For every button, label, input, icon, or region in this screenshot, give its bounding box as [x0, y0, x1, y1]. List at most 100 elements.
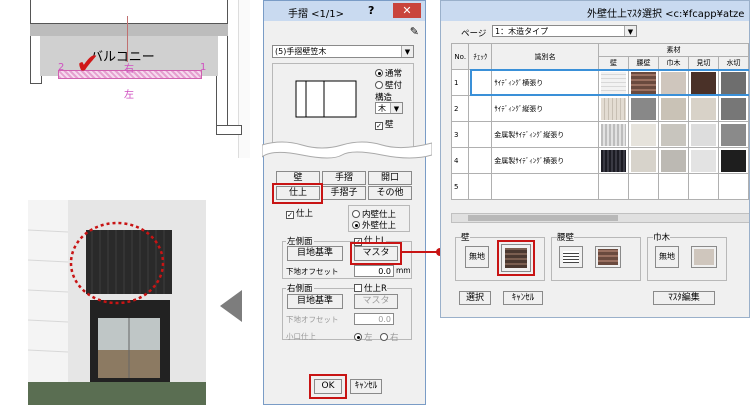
house-render-graphic	[28, 200, 206, 405]
master-table: No. ﾁｪｯｸ 識別名 素材 壁 腰壁 巾木 見切 水切 1 ｻｲﾃﾞｨﾝｸﾞ…	[450, 43, 749, 200]
swatch	[627, 147, 659, 174]
wall-finish-master-dialog: 外壁仕上ﾏｽﾀ選択 <c:¥fcapp¥atze ページ 1：木造タイプ ▼ No…	[440, 0, 750, 318]
col-name: 識別名	[491, 43, 599, 70]
group-waist-label: 腰壁	[557, 231, 575, 243]
check-mark-icon: ✔	[76, 47, 100, 80]
radio-icon	[380, 333, 388, 341]
chevron-down-icon: ▼	[624, 26, 636, 36]
help-icon[interactable]: ?	[368, 4, 374, 17]
baseboard-swatch-button[interactable]	[691, 246, 717, 268]
waist-lines-button[interactable]	[559, 246, 583, 268]
swatch	[717, 95, 749, 122]
left-offset-input[interactable]: 0.0	[354, 265, 394, 277]
swatch	[657, 121, 689, 148]
wall-none-button[interactable]: 無地	[465, 246, 489, 268]
swatch	[687, 147, 719, 174]
swatch	[597, 95, 629, 122]
swatch	[657, 95, 689, 122]
table-row[interactable]: 2 ｻｲﾃﾞｨﾝｸﾞ縦張り	[450, 95, 749, 122]
left-base-standard-button[interactable]: 目地基準	[287, 246, 343, 261]
radio-outer-wall-finish[interactable]: 外壁仕上	[352, 219, 396, 231]
plan-wall-corner	[216, 125, 242, 135]
col-baseboard: 巾木	[657, 56, 689, 70]
checkbox-icon	[354, 284, 362, 292]
left-offset-label: 下地オフセット	[286, 267, 339, 276]
structure-select[interactable]: 木 ▼	[375, 102, 403, 114]
waist-swatch-button[interactable]	[595, 246, 621, 268]
chevron-down-icon: ▼	[390, 103, 402, 113]
highlight-ok-button	[309, 374, 347, 399]
handrail-section-diagram	[295, 80, 357, 118]
marker-left-side: 左	[124, 90, 134, 101]
col-material: 素材	[597, 43, 749, 57]
row-name	[491, 173, 599, 200]
checkbox-icon: ✓	[286, 211, 294, 219]
row-check[interactable]	[468, 121, 493, 148]
finish-checkbox[interactable]: ✓ 仕上	[286, 207, 313, 219]
radio-icon	[352, 221, 360, 229]
radio-normal[interactable]: 通常	[375, 67, 402, 79]
master-cancel-button[interactable]: ｷｬﾝｾﾙ	[503, 291, 543, 305]
horizontal-scrollbar[interactable]	[451, 213, 749, 223]
handrail-dialog: 手摺 <1/1> ? ✕ ✎ (5)手摺壁笠木 ▼ 通常 壁付 構造 木 ▼ ✓ 壁 …	[262, 0, 432, 405]
checkbox-icon: ✓	[375, 122, 383, 130]
swatch	[687, 121, 719, 148]
tab-handrail[interactable]: 手摺	[322, 171, 366, 185]
small-finish-label: 小口仕上	[286, 332, 316, 341]
dialog-title: 手摺 <1/1>	[288, 9, 345, 20]
master-dialog-title: 外壁仕上ﾏｽﾀ選択 <c:¥fcapp¥atze	[587, 9, 745, 20]
handrail-dialog-titlebar[interactable]: 手摺 <1/1> ? ✕	[264, 1, 425, 21]
row-check[interactable]	[468, 173, 493, 200]
radio-small-left[interactable]: 左	[354, 331, 373, 343]
pick-tool-icon[interactable]: ✎	[410, 25, 419, 38]
col-wall: 壁	[597, 56, 629, 70]
swatch	[597, 121, 629, 148]
right-master-button[interactable]: マスタ	[354, 294, 398, 309]
cancel-button[interactable]: ｷｬﾝｾﾙ	[350, 379, 382, 394]
radio-icon	[375, 69, 383, 77]
table-row[interactable]: 3 金属製ｻｲﾃﾞｨﾝｸﾞ縦張り	[450, 121, 749, 148]
plan-room	[30, 0, 228, 24]
right-side-label: 右側面	[286, 282, 314, 294]
row-no: 3	[450, 121, 470, 148]
plan-wall-band	[30, 24, 228, 36]
row-name: 金属製ｻｲﾃﾞｨﾝｸﾞ縦張り	[491, 121, 599, 148]
tab-baluster[interactable]: 手摺子	[322, 186, 366, 200]
swatch	[597, 147, 629, 174]
close-button[interactable]: ✕	[393, 3, 421, 18]
left-offset-unit: mm	[396, 266, 411, 275]
balcony-label: バルコニー	[90, 50, 155, 65]
row-no: 4	[450, 147, 470, 174]
marker-right-side: 右	[124, 64, 134, 75]
radio-wall-attached[interactable]: 壁付	[375, 79, 402, 91]
row-check[interactable]	[468, 95, 493, 122]
master-dialog-titlebar[interactable]: 外壁仕上ﾏｽﾀ選択 <c:¥fcapp¥atze	[441, 1, 749, 21]
marker-1: 1	[200, 62, 207, 73]
master-edit-button[interactable]: ﾏｽﾀ編集	[653, 291, 715, 305]
radio-small-right[interactable]: 右	[380, 331, 399, 343]
tab-other[interactable]: その他	[368, 186, 412, 200]
type-select[interactable]: (5)手摺壁笠木 ▼	[272, 45, 414, 58]
page-select[interactable]: 1：木造タイプ ▼	[492, 25, 637, 37]
chevron-down-icon: ▼	[401, 46, 413, 57]
tab-opening[interactable]: 開口	[368, 171, 412, 185]
right-offset-input[interactable]: 0.0	[354, 313, 394, 325]
render-preview-image	[28, 200, 206, 405]
swatch	[627, 121, 659, 148]
col-waist: 腰壁	[627, 56, 659, 70]
table-row[interactable]: 5	[450, 173, 749, 200]
radio-icon	[375, 81, 383, 89]
group-baseboard-label: 巾木	[653, 231, 671, 243]
baseboard-none-button[interactable]: 無地	[655, 246, 679, 268]
wall-checkbox[interactable]: ✓ 壁	[375, 118, 394, 130]
row-check[interactable]	[468, 147, 493, 174]
row-name: 金属製ｻｲﾃﾞｨﾝｸﾞ横張り	[491, 147, 599, 174]
highlight-master-button	[350, 242, 402, 265]
connector-line	[400, 251, 440, 253]
right-base-standard-button[interactable]: 目地基準	[287, 294, 343, 309]
scrollbar-thumb[interactable]	[468, 215, 618, 221]
table-row[interactable]: 4 金属製ｻｲﾃﾞｨﾝｸﾞ横張り	[450, 147, 749, 174]
right-finish-checkbox[interactable]: 仕上R	[354, 282, 387, 294]
right-offset-label: 下地オフセット	[286, 315, 339, 324]
select-button[interactable]: 選択	[459, 291, 491, 305]
